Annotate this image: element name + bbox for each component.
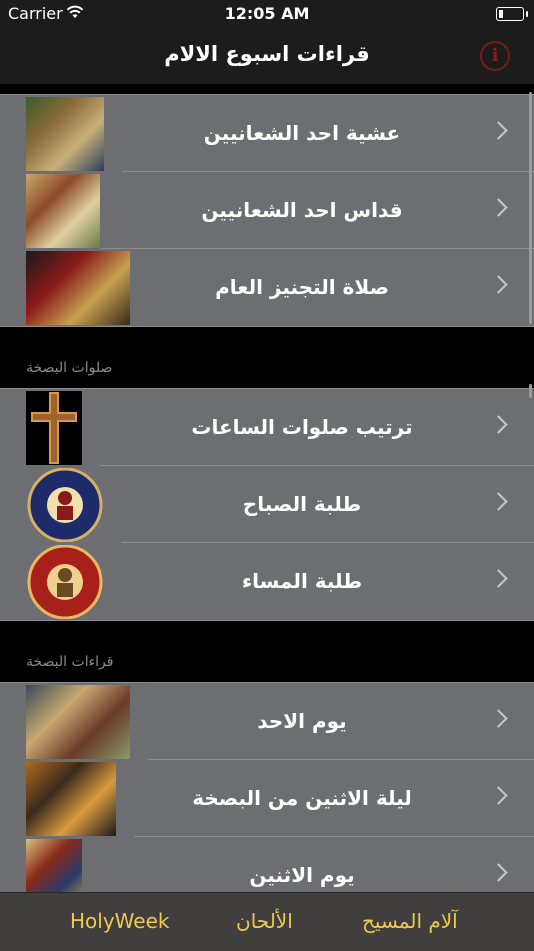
icon-thumbnail bbox=[26, 685, 130, 759]
list-item[interactable]: قداس احد الشعانيين bbox=[0, 172, 534, 249]
scrollbar-segment[interactable] bbox=[529, 384, 532, 398]
clock: 12:05 AM bbox=[224, 4, 310, 23]
section-group-3: يوم الاحد ليلة الاثنين من البصخة يوم الاثن… bbox=[0, 682, 534, 892]
chevron-right-icon bbox=[489, 709, 508, 728]
section-group-2: ترتيب صلوات الساعات طلبة الصباح طلبة المسا… bbox=[0, 388, 534, 621]
list-item[interactable]: يوم الاحد bbox=[0, 683, 534, 760]
list-item-label: طلبة المساء bbox=[241, 569, 363, 593]
status-bar: Carrier 12:05 AM bbox=[0, 0, 534, 28]
navigation-bar: قراءات اسبوع الالام i bbox=[0, 28, 534, 84]
list-item[interactable]: طلبة المساء bbox=[0, 543, 534, 620]
icon-thumbnail bbox=[26, 839, 82, 892]
scrollbar[interactable] bbox=[529, 92, 532, 324]
tab-hymns[interactable]: الألحان bbox=[236, 909, 293, 933]
list-item-label: ليلة الاثنين من البصخة bbox=[192, 786, 412, 810]
chevron-right-icon bbox=[489, 492, 508, 511]
list-item-label: صلاة التجنيز العام bbox=[215, 275, 389, 299]
list-item[interactable]: صلاة التجنيز العام bbox=[0, 249, 534, 326]
section-group-1: عشية احد الشعانيين قداس احد الشعانيين صلاة… bbox=[0, 94, 534, 327]
list-item[interactable]: يوم الاثنين bbox=[0, 837, 534, 892]
icon-thumbnail bbox=[26, 545, 104, 619]
tab-holyweek[interactable]: HolyWeek bbox=[70, 909, 169, 933]
list-item-label: ترتيب صلوات الساعات bbox=[191, 415, 413, 439]
list-item-label: يوم الاثنين bbox=[249, 863, 355, 887]
chevron-right-icon bbox=[489, 415, 508, 434]
chevron-right-icon bbox=[489, 863, 508, 882]
icon-thumbnail bbox=[26, 762, 116, 836]
readings-list[interactable]: ··· عشية احد الشعانيين قداس احد الشعانيين… bbox=[0, 84, 534, 892]
list-item[interactable]: ليلة الاثنين من البصخة bbox=[0, 760, 534, 837]
icon-thumbnail bbox=[26, 251, 130, 325]
section-header: قراءات البصخة bbox=[26, 654, 114, 670]
list-item-label: يوم الاحد bbox=[257, 709, 347, 733]
section-header: صلوات البصخة bbox=[26, 360, 113, 376]
list-item-label: طلبة الصباح bbox=[242, 492, 362, 516]
tab-bar: آلام المسيح الألحان HolyWeek bbox=[0, 892, 534, 951]
list-item-label: عشية احد الشعانيين bbox=[203, 121, 401, 145]
list-item-label: قداس احد الشعانيين bbox=[201, 198, 403, 222]
list-item[interactable]: عشية احد الشعانيين bbox=[0, 95, 534, 172]
chevron-right-icon bbox=[489, 275, 508, 294]
tab-passion[interactable]: آلام المسيح bbox=[362, 909, 458, 933]
icon-thumbnail bbox=[26, 97, 104, 171]
icon-thumbnail bbox=[26, 468, 104, 542]
chevron-right-icon bbox=[489, 569, 508, 588]
icon-thumbnail bbox=[26, 174, 100, 248]
info-icon[interactable]: i bbox=[480, 41, 510, 71]
list-item[interactable]: ترتيب صلوات الساعات bbox=[0, 389, 534, 466]
chevron-right-icon bbox=[489, 198, 508, 217]
icon-thumbnail bbox=[26, 391, 82, 465]
chevron-right-icon bbox=[489, 786, 508, 805]
clipped-section-header: ··· bbox=[26, 84, 38, 89]
chevron-right-icon bbox=[489, 121, 508, 140]
battery-icon bbox=[496, 7, 528, 21]
list-item[interactable]: طلبة الصباح bbox=[0, 466, 534, 543]
page-title: قراءات اسبوع الالام bbox=[164, 42, 370, 66]
